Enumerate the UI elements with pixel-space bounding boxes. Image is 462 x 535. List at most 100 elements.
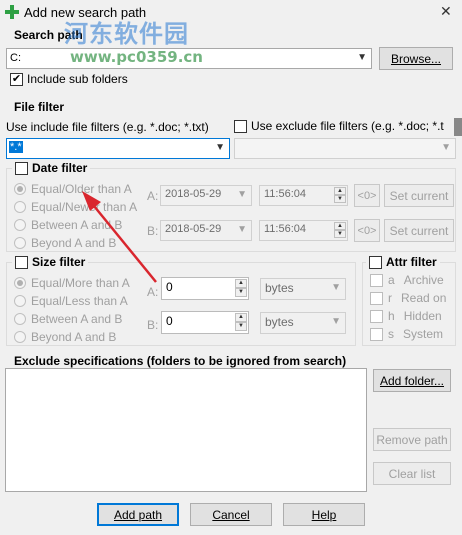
add-folder-button[interactable]: Add folder... <box>373 369 451 392</box>
date-a-set-current-button[interactable]: Set current <box>384 184 454 207</box>
chevron-down-icon[interactable]: ▼ <box>441 142 451 153</box>
include-sub-folders-label: Include sub folders <box>27 72 128 86</box>
attr-name: Archive <box>403 273 444 287</box>
radio-button[interactable] <box>14 277 26 289</box>
add-path-button[interactable]: Add path <box>97 503 179 526</box>
size-filter-checkbox[interactable] <box>15 255 28 269</box>
size-a-field[interactable]: 0 ▲ ▼ <box>161 277 249 300</box>
size-option-label: Equal/More than A <box>31 276 130 290</box>
close-icon[interactable]: ✕ <box>440 3 452 20</box>
exclude-heading: Exclude specifications (folders to be ig… <box>14 354 347 368</box>
attr-checkbox[interactable] <box>370 309 383 323</box>
date-b-zero-button[interactable]: <0> <box>354 219 380 242</box>
time-b-field[interactable]: 11:56:04 ▲ ▼ <box>259 220 348 241</box>
time-a-spinner[interactable]: ▲ ▼ <box>334 187 346 204</box>
time-b-spinner[interactable]: ▲ ▼ <box>334 222 346 239</box>
clear-list-button[interactable]: Clear list <box>373 462 451 485</box>
watermark-url: www.pc0359.cn <box>70 48 203 66</box>
browse-button[interactable]: Browse... <box>379 47 453 70</box>
include-filter-label: Use include file filters (e.g. *.doc; *.… <box>6 120 209 134</box>
exclude-filter-checkbox[interactable] <box>234 119 247 133</box>
date-option-4[interactable]: Beyond A and B <box>14 236 116 250</box>
size-filter-toggle[interactable]: Size filter <box>12 255 89 269</box>
attr-checkbox[interactable] <box>370 291 383 305</box>
size-b-spinner[interactable]: ▲ ▼ <box>235 313 247 332</box>
watermark-text: 河东软件园 <box>64 20 189 48</box>
plus-icon <box>5 5 19 19</box>
radio-button[interactable] <box>14 219 26 231</box>
radio-button[interactable] <box>14 237 26 249</box>
size-a-spinner[interactable]: ▲ ▼ <box>235 279 247 298</box>
chevron-down-icon[interactable]: ▼ <box>237 224 247 235</box>
help-button[interactable]: Help <box>283 503 365 526</box>
chevron-down-icon[interactable]: ▼ <box>215 142 225 153</box>
size-option-2[interactable]: Equal/Less than A <box>14 294 128 308</box>
radio-button[interactable] <box>14 331 26 343</box>
cancel-button[interactable]: Cancel <box>190 503 272 526</box>
scroll-edge <box>454 118 462 136</box>
size-b-label: B: <box>147 318 159 332</box>
size-a-unit-select[interactable]: bytes ▼ <box>260 278 346 300</box>
attr-key: a <box>388 273 395 287</box>
date-filter-checkbox[interactable] <box>15 161 28 175</box>
exclude-list[interactable] <box>5 368 367 492</box>
attr-item-archive[interactable]: a Archive <box>370 273 444 287</box>
radio-button[interactable] <box>14 313 26 325</box>
chevron-down-icon[interactable]: ▼ <box>237 189 247 200</box>
add-folder-label: Add folder... <box>379 373 445 388</box>
time-a-field[interactable]: 11:56:04 ▲ ▼ <box>259 185 348 206</box>
size-option-3[interactable]: Between A and B <box>14 312 122 326</box>
add-path-label: Add path <box>113 507 163 522</box>
remove-path-button[interactable]: Remove path <box>373 428 451 451</box>
size-b-unit-select[interactable]: bytes ▼ <box>260 312 346 334</box>
date-option-label: Between A and B <box>31 218 123 232</box>
size-option-1[interactable]: Equal/More than A <box>14 276 130 290</box>
size-option-4[interactable]: Beyond A and B <box>14 330 116 344</box>
date-option-2[interactable]: Equal/Newer than A <box>14 200 143 214</box>
attr-item-hidden[interactable]: h Hidden <box>370 309 442 323</box>
attr-filter-checkbox[interactable] <box>369 255 382 269</box>
attr-key: r <box>388 291 392 305</box>
attr-checkbox[interactable] <box>370 327 383 341</box>
time-a-value: 11:56:04 <box>264 188 307 200</box>
attr-name: Read on <box>401 291 447 305</box>
chevron-down-icon[interactable]: ▼ <box>331 316 341 327</box>
attr-filter-toggle[interactable]: Attr filter <box>366 255 440 269</box>
attr-key: h <box>388 309 395 323</box>
date-option-label: Beyond A and B <box>31 236 117 250</box>
date-filter-label: Date filter <box>32 161 88 175</box>
attr-name: Hidden <box>403 309 442 323</box>
attr-item-readonly[interactable]: r Read on <box>370 291 446 305</box>
browse-button-label: Browse... <box>390 51 441 66</box>
date-option-3[interactable]: Between A and B <box>14 218 122 232</box>
include-filter-value: *.* <box>9 141 23 153</box>
attr-name: System <box>403 327 444 341</box>
exclude-filter-toggle[interactable]: Use exclude file filters (e.g. *.doc; *.… <box>234 119 444 133</box>
chevron-down-icon[interactable]: ▼ <box>357 52 367 63</box>
radio-button[interactable] <box>14 201 26 213</box>
size-a-value: 0 <box>166 280 173 294</box>
exclude-filter-combo[interactable]: ▼ <box>234 138 456 159</box>
exclude-filter-label: Use exclude file filters (e.g. *.doc; *.… <box>251 119 444 133</box>
date-b-value: 2018-05-29 <box>165 223 222 235</box>
radio-button[interactable] <box>14 183 26 195</box>
chevron-down-icon[interactable]: ▼ <box>331 282 341 293</box>
attr-checkbox[interactable] <box>370 273 383 287</box>
search-path-value: C: <box>10 52 21 64</box>
date-a-picker[interactable]: 2018-05-29 ▼ <box>160 185 252 206</box>
attr-key: s <box>388 327 394 341</box>
date-option-1[interactable]: Equal/Older than A <box>14 182 143 196</box>
size-b-field[interactable]: 0 ▲ ▼ <box>161 311 249 334</box>
size-option-label: Between A and B <box>31 312 123 326</box>
include-sub-folders[interactable]: ✔ Include sub folders <box>10 72 128 86</box>
include-sub-folders-checkbox[interactable]: ✔ <box>10 72 23 86</box>
date-b-set-current-button[interactable]: Set current <box>384 219 454 242</box>
size-option-label: Beyond A and B <box>31 330 117 344</box>
attr-item-system[interactable]: s System <box>370 327 443 341</box>
include-filter-combo[interactable]: *.* ▼ <box>6 138 230 159</box>
date-b-picker[interactable]: 2018-05-29 ▼ <box>160 220 252 241</box>
date-a-zero-button[interactable]: <0> <box>354 184 380 207</box>
date-filter-toggle[interactable]: Date filter <box>12 161 91 175</box>
radio-button[interactable] <box>14 295 26 307</box>
date-b-label: B: <box>147 224 159 238</box>
